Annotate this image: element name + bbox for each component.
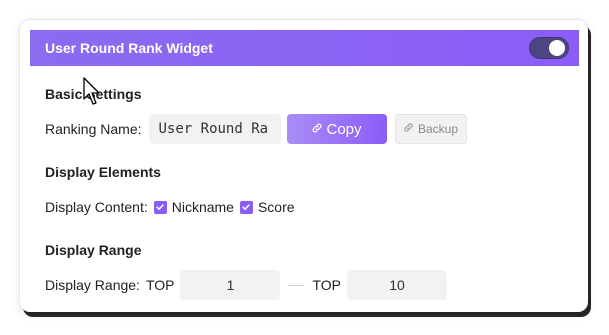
widget-panel: User Round Rank Widget Basic Settings Ra… <box>30 30 579 312</box>
display-range-title: Display Range <box>45 242 142 258</box>
mouse-cursor-icon <box>83 77 100 105</box>
widget-card: User Round Rank Widget Basic Settings Ra… <box>20 20 588 312</box>
range-separator <box>288 284 305 286</box>
top-prefix-to: TOP <box>312 277 341 293</box>
copy-button-label: Copy <box>326 120 362 138</box>
widget-title: User Round Rank Widget <box>45 40 213 56</box>
widget-enable-toggle[interactable] <box>529 37 569 59</box>
nickname-checkbox[interactable]: Nickname <box>148 199 234 215</box>
link-icon <box>311 122 323 137</box>
display-range-label: Display Range: <box>45 277 140 293</box>
range-from-input[interactable]: 1 <box>180 270 281 300</box>
range-to-input[interactable]: 10 <box>347 270 447 300</box>
ranking-name-input[interactable]: User Round Ra <box>148 114 281 144</box>
display-range-row: Display Range: TOP 1 TOP 10 <box>45 270 447 300</box>
ranking-name-label: Ranking Name: <box>45 121 142 137</box>
top-prefix-from: TOP <box>145 277 175 293</box>
toggle-knob <box>549 40 565 56</box>
nickname-label: Nickname <box>171 199 234 215</box>
ranking-name-row: Ranking Name: User Round Ra Copy Backup <box>45 114 467 144</box>
score-checkbox[interactable]: Score <box>234 199 295 215</box>
score-label: Score <box>257 199 295 215</box>
link-icon <box>403 122 414 136</box>
display-content-row: Display Content: Nickname Score <box>45 199 295 215</box>
display-content-label: Display Content: <box>45 199 148 215</box>
copy-button[interactable]: Copy <box>286 114 387 144</box>
backup-button[interactable]: Backup <box>394 114 467 144</box>
widget-header: User Round Rank Widget <box>30 30 579 66</box>
backup-button-label: Backup <box>417 122 459 136</box>
check-icon <box>239 200 253 214</box>
check-icon <box>153 200 167 214</box>
display-elements-title: Display Elements <box>45 164 161 180</box>
